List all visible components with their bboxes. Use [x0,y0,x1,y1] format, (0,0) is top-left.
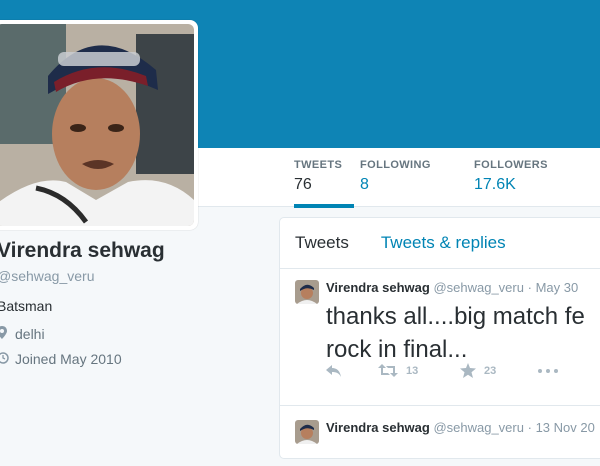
stat-tweets-value: 76 [294,176,312,193]
tweet-text-line: thanks all....big match fe [326,303,585,330]
tweet-avatar[interactable] [295,420,319,444]
stat-tweets[interactable]: TWEETS 76 [280,148,360,208]
tweet-separator: · [527,420,532,435]
stat-following-label: FOLLOWING [360,159,431,171]
timeline-tabs: Tweets Tweets & replies [280,218,600,269]
favorite-button[interactable]: 23 [460,363,538,378]
tab-tweets-and-replies[interactable]: Tweets & replies [349,233,506,253]
tweet-author-name[interactable]: Virendra sehwag [326,280,430,295]
location-pin-icon [0,326,11,342]
tweet-date[interactable]: May 30 [536,280,579,295]
stat-tweets-label: TWEETS [294,159,343,171]
tweet-author-handle[interactable]: @sehwag_veru [433,420,524,435]
profile-handle[interactable]: @sehwag_veru [0,268,267,284]
stat-followers-label: FOLLOWERS [474,159,548,171]
tweet-author-name[interactable]: Virendra sehwag [326,420,430,435]
tweet-item[interactable]: Virendra sehwag @sehwag_veru · May 30 th… [280,269,600,406]
timeline: Tweets Tweets & replies Virendra sehwag … [279,217,600,459]
stat-following[interactable]: FOLLOWING 8 [360,148,446,206]
tweet-item[interactable]: Virendra sehwag @sehwag_veru · 13 Nov 20 [280,406,600,466]
tweet-actions: 13 23 [326,363,558,378]
profile-stats: TWEETS 76 FOLLOWING 8 FOLLOWERS 17.6K [280,148,578,208]
reply-icon [326,364,341,377]
calendar-icon [0,351,11,367]
retweet-count: 13 [406,364,419,377]
tweet-header: Virendra sehwag @sehwag_veru · May 30 [326,280,578,295]
tweet-text-line: rock in final... [326,336,468,363]
stat-followers[interactable]: FOLLOWERS 17.6K [446,148,578,206]
favorite-count: 23 [484,364,497,377]
profile-avatar[interactable] [0,24,194,226]
more-button[interactable] [538,368,558,373]
profile-location-text[interactable]: delhi [15,326,45,342]
tweet-header: Virendra sehwag @sehwag_veru · 13 Nov 20 [326,420,595,435]
profile-joined-text: Joined May 2010 [15,351,122,367]
stat-followers-value: 17.6K [474,176,516,193]
reply-button[interactable] [326,364,378,377]
retweet-icon [378,364,398,377]
profile-name[interactable]: Virendra sehwag [0,238,267,264]
tweet-author-handle[interactable]: @sehwag_veru [433,280,524,295]
more-dots-icon [538,368,558,373]
retweet-button[interactable]: 13 [378,364,460,377]
profile-joined: Joined May 2010 [0,351,267,367]
tweet-avatar[interactable] [295,280,319,304]
tweet-date[interactable]: 13 Nov 20 [536,420,595,435]
stat-following-value: 8 [360,176,369,193]
star-icon [460,363,476,378]
tab-tweets[interactable]: Tweets [280,233,349,253]
profile-location: delhi [0,326,267,342]
profile-bio: Batsman [0,298,53,314]
profile-card: Virendra sehwag @sehwag_veru Batsman del… [0,238,267,367]
tweet-text: thanks all....big match fe rock in final… [326,300,585,366]
profile-avatar-frame [0,20,198,230]
tweet-separator: · [527,280,532,295]
